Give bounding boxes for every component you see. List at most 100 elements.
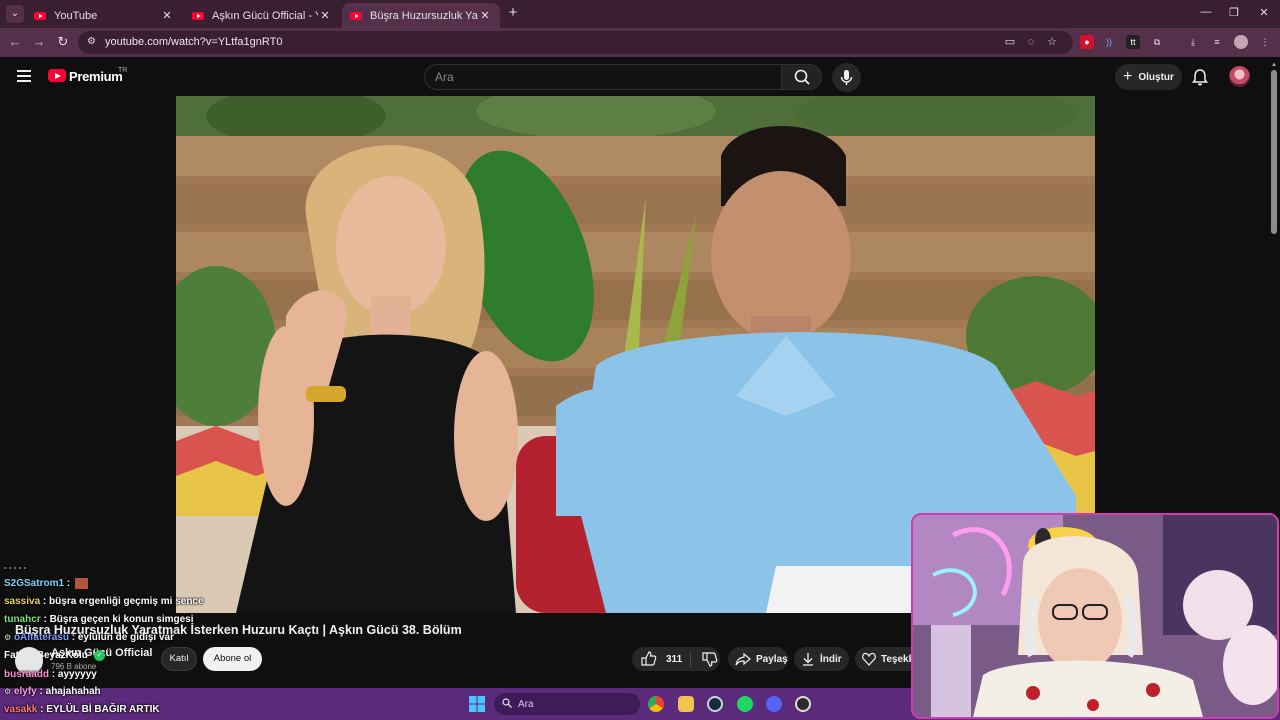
country-code: TR [118, 67, 128, 74]
microphone-icon [840, 70, 853, 85]
profile-avatar[interactable] [1234, 35, 1248, 49]
badge-icon: ⚙ [4, 633, 12, 642]
close-icon[interactable]: ✕ [318, 9, 332, 22]
download-label: İndir [820, 653, 842, 665]
emote-icon [74, 578, 88, 589]
chat-username: vasakk [4, 704, 38, 715]
taskbar-search-placeholder: Ara [518, 698, 534, 710]
browser-toolbar: ← → ↻ ⚙ youtube.com/watch?v=YLtfa1gnRT0 … [0, 28, 1280, 57]
browser-tab-askin-gucu[interactable]: Aşkın Gücü Official - YouTube ✕ [184, 3, 340, 28]
browser-tab-youtube[interactable]: YouTube ✕ [26, 3, 182, 28]
webcam-feed [913, 515, 1277, 717]
badge-icon: ⚙ [4, 687, 12, 696]
like-dislike-group: 311 [632, 647, 720, 671]
chat-separator: - - - - - [4, 563, 27, 572]
site-info-icon[interactable]: ⚙ [87, 36, 99, 48]
new-tab-button[interactable]: + [505, 5, 521, 21]
tab-title: Büşra Huzursuzluk Yaratmak İst [370, 9, 478, 22]
chrome-app-icon[interactable] [648, 696, 664, 712]
chat-username: busraadd [4, 669, 50, 680]
like-button[interactable] [632, 647, 666, 671]
dislike-icon[interactable] [699, 647, 719, 671]
browser-tab-strip: ⌄ YouTube ✕ Aşkın Gücü Official - YouTub… [0, 0, 1280, 28]
close-icon[interactable]: ✕ [160, 9, 174, 22]
subscribe-button[interactable]: Abone ol [203, 647, 262, 671]
windows-start-icon[interactable] [469, 696, 485, 712]
divider [690, 651, 692, 667]
reload-icon[interactable]: ↻ [55, 34, 71, 50]
chat-message: sassiva : büşra ergenliği geçmiş mi senc… [4, 596, 204, 607]
search-icon [502, 698, 512, 708]
voice-search-button[interactable] [832, 63, 861, 92]
video-title: Büşra Huzursuzluk Yaratmak İsterken Huzu… [15, 623, 462, 637]
back-icon[interactable]: ← [7, 34, 23, 50]
window-close-icon[interactable]: ✕ [1256, 6, 1272, 19]
youtube-favicon-icon [350, 11, 362, 20]
bookmark-star-icon[interactable]: ☆ [1045, 35, 1059, 49]
extensions-puzzle-icon[interactable]: ⧉ [1150, 35, 1164, 49]
chat-text: ayyyyyy [57, 669, 97, 680]
steam-app-icon[interactable] [707, 696, 723, 712]
page-scrollbar[interactable] [1271, 70, 1277, 234]
search-input[interactable] [425, 65, 781, 89]
reading-list-icon[interactable]: ≡ [1210, 35, 1224, 49]
extension-tv-icon[interactable]: tt [1126, 35, 1140, 49]
share-label: Paylaş [756, 653, 788, 665]
restore-icon[interactable]: ❐ [1226, 6, 1242, 19]
obs-app-icon[interactable] [795, 696, 811, 712]
extension-red-icon[interactable]: ● [1080, 35, 1094, 49]
youtube-header: Premium TR + Oluştur [0, 57, 1280, 96]
chat-text: ahajahahah [45, 686, 101, 697]
cast-icon[interactable]: ▭ [1003, 35, 1017, 49]
eye-off-icon[interactable]: ◌ [1024, 35, 1038, 49]
tab-title: YouTube [54, 9, 98, 22]
youtube-favicon-icon [192, 11, 204, 20]
minimize-icon[interactable]: — [1198, 6, 1214, 18]
share-button[interactable]: Paylaş [728, 647, 788, 671]
hamburger-menu-icon[interactable] [17, 70, 31, 82]
browser-tab-current-video[interactable]: Büşra Huzursuzluk Yaratmak İst ✕ [342, 3, 500, 28]
notifications-bell-icon[interactable] [1192, 68, 1208, 86]
youtube-premium-logo[interactable]: Premium [69, 69, 123, 84]
spotify-app-icon[interactable] [737, 696, 753, 712]
plus-icon: + [1123, 68, 1133, 85]
search-icon [794, 69, 810, 85]
chat-message: ⚙ elyfy : ahajahahah [4, 686, 101, 697]
address-bar[interactable]: ⚙ youtube.com/watch?v=YLtfa1gnRT0 ▭ ◌ ☆ [78, 31, 1073, 54]
verified-check-icon: ✓ [94, 650, 105, 661]
download-button[interactable]: İndir [794, 647, 849, 671]
account-avatar[interactable] [1229, 66, 1250, 87]
taskbar-search-box[interactable]: Ara [494, 693, 640, 715]
file-explorer-icon[interactable] [678, 696, 694, 712]
chat-message: vasakk : EYLÜL Bİ BAĞIR ARTIK [4, 704, 160, 715]
search-button[interactable] [781, 64, 822, 90]
download-icon [803, 653, 813, 666]
chat-text: EYLÜL Bİ BAĞIR ARTIK [46, 704, 160, 715]
thanks-heart-icon [862, 652, 876, 666]
forward-icon[interactable]: → [31, 34, 47, 50]
share-icon [735, 652, 751, 666]
scroll-up-arrow-icon[interactable]: ▲ [1271, 62, 1277, 68]
browser-menu-icon[interactable]: ⋮ [1258, 35, 1272, 49]
search-box [424, 64, 782, 90]
chat-text: büşra ergenliği geçmiş mi sence [49, 596, 204, 607]
chat-message: busraadd : ayyyyyy [4, 669, 97, 680]
create-label: Oluştur [1138, 71, 1174, 83]
streamer-webcam [911, 513, 1279, 719]
tab-title: Aşkın Gücü Official - YouTube [212, 9, 318, 22]
youtube-favicon-icon [34, 11, 46, 20]
close-icon[interactable]: ✕ [478, 9, 492, 22]
discord-app-icon[interactable] [766, 696, 782, 712]
chat-username: sassiva [4, 596, 41, 607]
create-button[interactable]: + Oluştur [1115, 64, 1182, 90]
chat-username: elyfy [13, 686, 37, 697]
like-count: 311 [666, 653, 683, 665]
extension-sound-icon[interactable]: )) [1102, 35, 1116, 49]
download-icon[interactable]: ⤓ [1186, 35, 1200, 49]
chat-username: S2GSatrom1 [4, 578, 65, 590]
url-text: youtube.com/watch?v=YLtfa1gnRT0 [105, 36, 283, 48]
youtube-logo-icon[interactable] [48, 69, 66, 82]
join-button[interactable]: Katıl [161, 647, 197, 671]
chat-message: S2GSatrom1 : [4, 578, 88, 589]
tab-search-button[interactable]: ⌄ [6, 5, 24, 23]
